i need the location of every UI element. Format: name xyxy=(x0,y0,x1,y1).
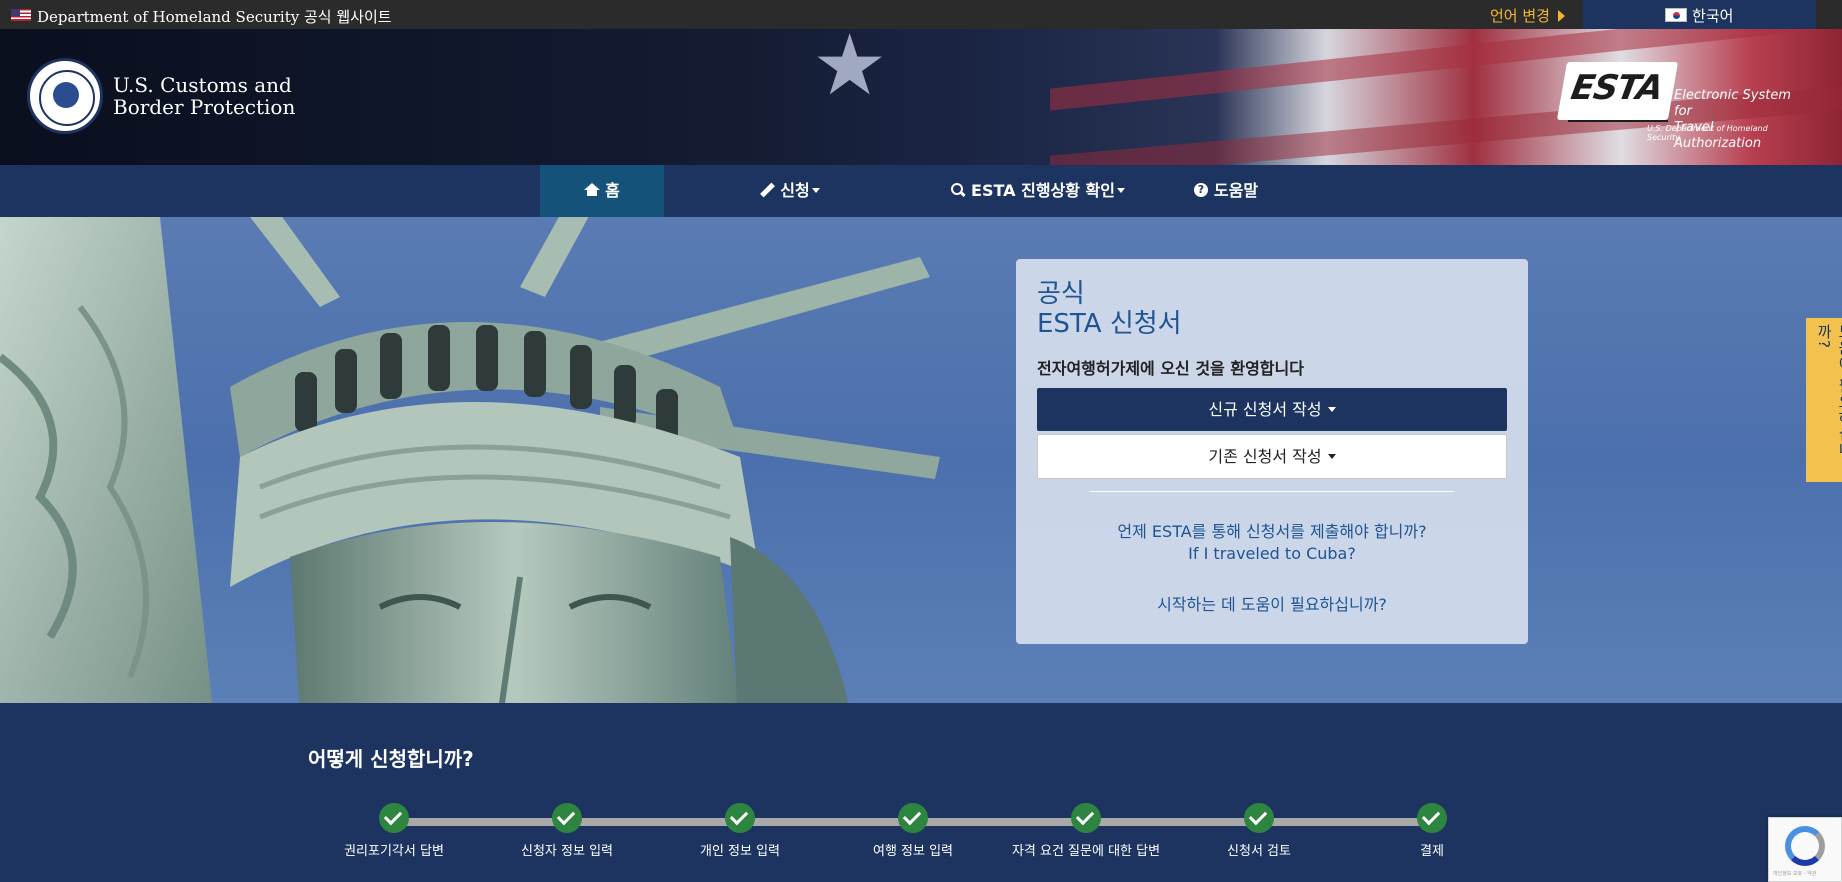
change-language-label: 언어 변경 xyxy=(1490,7,1550,25)
step-label: 여행 정보 입력 xyxy=(872,844,954,859)
side-help-label: 도움이 필요하십니까? xyxy=(1815,324,1842,458)
star-icon: ★ xyxy=(812,29,888,114)
nav-help-label: 도움말 xyxy=(1213,181,1259,200)
check-circle-icon xyxy=(725,803,755,833)
agency-name-line2: Border Protection xyxy=(113,95,296,119)
step-item: 신청서 검토 xyxy=(1179,803,1339,861)
esta-logo[interactable]: ESTA Electronic System for Travel Author… xyxy=(1556,60,1802,151)
existing-application-label: 기존 신청서 작성 xyxy=(1208,447,1322,466)
nav-check-status[interactable]: ESTA 진행상황 확인 xyxy=(946,165,1130,217)
pencil-icon xyxy=(760,183,774,197)
getting-started-help-link[interactable]: 시작하는 데 도움이 필요하십니까? xyxy=(1016,591,1528,615)
recaptcha-icon xyxy=(1785,826,1825,866)
esta-logo-mark: ESTA xyxy=(1568,68,1666,108)
us-flag-icon xyxy=(11,9,31,21)
check-circle-icon xyxy=(898,803,928,833)
step-label: 결제 xyxy=(1420,844,1444,859)
check-circle-icon xyxy=(379,803,409,833)
side-help-tab[interactable]: 도움이 필요하십니까? xyxy=(1806,318,1842,482)
check-circle-icon xyxy=(552,803,582,833)
nav-help[interactable]: ? 도움말 xyxy=(1180,165,1272,217)
nav-check-status-label: ESTA 진행상황 확인 xyxy=(971,181,1115,200)
cuba-travel-link[interactable]: If I traveled to Cuba? xyxy=(1016,544,1528,563)
caret-down-icon xyxy=(1327,454,1336,459)
recaptcha-badge[interactable]: 개인정보 보호 - 약관 xyxy=(1768,817,1842,882)
nav-apply-label: 신청 xyxy=(780,181,810,200)
step-item: 자격 요건 질문에 대한 답변 xyxy=(1006,803,1166,861)
nav-home-label: 홈 xyxy=(605,181,620,200)
when-to-apply-link[interactable]: 언제 ESTA를 통해 신청서를 제출해야 합니까? xyxy=(1016,518,1528,542)
step-item: 신청자 정보 입력 xyxy=(487,803,647,861)
card-title-line1: 공식 xyxy=(1037,279,1085,309)
search-icon xyxy=(951,182,965,197)
step-label: 개인 정보 입력 xyxy=(699,844,781,859)
main-nav: 홈 신청 ESTA 진행상황 확인 ? 도움말 xyxy=(0,165,1842,217)
existing-application-button[interactable]: 기존 신청서 작성 xyxy=(1037,434,1507,479)
step-item: 여행 정보 입력 xyxy=(833,803,993,861)
nav-home[interactable]: 홈 xyxy=(540,165,664,217)
current-language: 한국어 xyxy=(1692,7,1734,25)
agency-name-line1: U.S. Customs and xyxy=(113,73,292,97)
card-title-line2: ESTA 신청서 xyxy=(1037,309,1182,339)
caret-down-icon xyxy=(1327,407,1336,412)
korea-flag-icon xyxy=(1665,8,1687,22)
caret-down-icon xyxy=(811,188,820,193)
welcome-text: 전자여행허가제에 오신 것을 환영합니다 xyxy=(1037,359,1304,378)
step-label: 자격 요건 질문에 대한 답변 xyxy=(1011,844,1161,859)
recaptcha-terms: 개인정보 보호 - 약관 xyxy=(1773,871,1817,877)
check-circle-icon xyxy=(1244,803,1274,833)
top-banner: Department of Homeland Security 공식 웹사이트 … xyxy=(0,0,1842,29)
esta-logo-tagline: Electronic System for Travel Authorizati… xyxy=(1674,88,1802,152)
play-arrow-icon xyxy=(1557,10,1565,22)
step-item: 개인 정보 입력 xyxy=(660,803,820,861)
check-circle-icon xyxy=(1417,803,1447,833)
how-to-apply-heading: 어떻게 신청합니까? xyxy=(308,747,474,771)
language-selector[interactable]: 한국어 xyxy=(1583,0,1816,29)
esta-tagline-line1: Electronic System for xyxy=(1674,88,1791,119)
how-to-apply-section: 어떻게 신청합니까? 권리포기각서 답변 신청자 정보 입력 개인 정보 입력 … xyxy=(0,703,1842,882)
step-label: 권리포기각서 답변 xyxy=(344,844,444,859)
card-title: 공식 ESTA 신청서 xyxy=(1037,279,1182,339)
new-application-button[interactable]: 신규 신청서 작성 xyxy=(1037,388,1507,431)
step-label: 신청서 검토 xyxy=(1227,844,1291,859)
check-circle-icon xyxy=(1071,803,1101,833)
dhs-seal-logo[interactable] xyxy=(27,58,103,134)
step-label: 신청자 정보 입력 xyxy=(521,844,613,859)
official-site-text: Department of Homeland Security 공식 웹사이트 xyxy=(37,8,392,26)
esta-logo-dept: U.S. Department of Homeland Security xyxy=(1647,124,1768,142)
step-item: 결제 xyxy=(1352,803,1512,861)
esta-logo-swoosh xyxy=(1568,108,1668,122)
new-application-label: 신규 신청서 작성 xyxy=(1208,400,1322,419)
step-item: 권리포기각서 답변 xyxy=(314,803,474,861)
home-icon xyxy=(584,182,601,196)
nav-apply[interactable]: 신청 xyxy=(730,165,850,217)
hero-banner: 공식 ESTA 신청서 전자여행허가제에 오신 것을 환영합니다 신규 신청서 … xyxy=(0,217,1842,703)
question-circle-icon: ? xyxy=(1193,182,1208,197)
application-card: 공식 ESTA 신청서 전자여행허가제에 오신 것을 환영합니다 신규 신청서 … xyxy=(1016,259,1528,644)
cbp-agency-name[interactable]: U.S. Customs and Border Protection xyxy=(113,74,295,118)
change-language-link[interactable]: 언어 변경 xyxy=(1490,5,1565,26)
statue-of-liberty-image xyxy=(0,217,940,703)
card-divider xyxy=(1090,491,1454,492)
caret-down-icon xyxy=(1116,188,1125,193)
